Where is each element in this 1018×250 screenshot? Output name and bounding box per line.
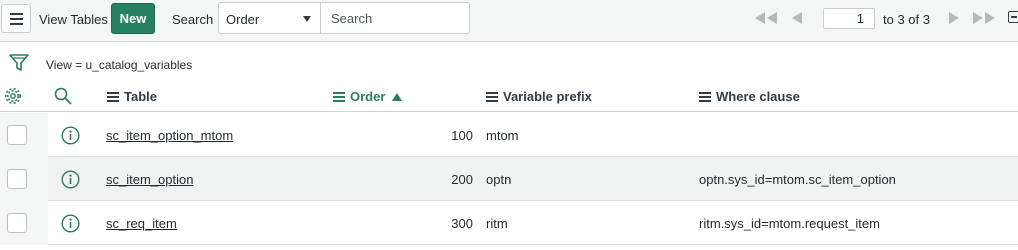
context-menu-button[interactable]	[1, 4, 31, 33]
list-toolbar: View Tables New Search Order to 3 of 3	[0, 0, 1018, 42]
search-field-value: Order	[226, 12, 260, 27]
info-icon[interactable]	[61, 214, 80, 233]
new-button[interactable]: New	[111, 3, 155, 34]
search-label: Search	[172, 12, 214, 27]
row-checkbox[interactable]	[7, 125, 27, 145]
row-checkbox[interactable]	[7, 169, 27, 189]
filter-breadcrumb[interactable]: View = u_catalog_variables	[46, 58, 192, 72]
checkbox-cell	[0, 113, 48, 157]
variable-prefix-value: ritm	[486, 216, 508, 231]
row-checkbox[interactable]	[7, 213, 27, 233]
column-header-where-clause[interactable]: Where clause	[699, 89, 800, 104]
chevron-down-icon	[303, 16, 311, 22]
column-menu-icon[interactable]	[486, 91, 498, 102]
info-icon[interactable]	[61, 126, 80, 145]
column-header-row: Table Order Variable prefix Where clause	[0, 80, 1018, 112]
checkbox-cell	[0, 201, 48, 245]
column-header-variable-prefix[interactable]: Variable prefix	[486, 89, 592, 104]
table-name-link[interactable]: sc_req_item	[106, 216, 177, 231]
search-input[interactable]	[320, 2, 470, 34]
table-name-link[interactable]: sc_item_option_mtom	[106, 128, 233, 143]
where-clause-value: ritm.sys_id=mtom.request_item	[699, 216, 880, 231]
table-row: sc_item_option 200 optn optn.sys_id=mtom…	[0, 157, 1018, 201]
menu-icon	[9, 12, 23, 15]
first-page-icon[interactable]	[754, 12, 778, 24]
where-clause-value: optn.sys_id=mtom.sc_item_option	[699, 172, 896, 187]
search-icon[interactable]	[54, 87, 72, 105]
collapse-icon[interactable]	[1008, 11, 1018, 23]
sort-ascending-icon	[392, 92, 403, 101]
filter-icon[interactable]	[9, 53, 29, 73]
column-menu-icon[interactable]	[699, 91, 711, 102]
last-page-icon[interactable]	[972, 12, 996, 24]
column-header-label: Where clause	[716, 89, 800, 104]
column-menu-icon[interactable]	[333, 91, 345, 102]
column-header-label: Table	[124, 89, 157, 104]
column-header-label: Order	[350, 89, 386, 104]
table-name-link[interactable]: sc_item_option	[106, 172, 193, 187]
gear-icon[interactable]	[4, 87, 22, 105]
checkbox-cell	[0, 157, 48, 201]
order-value: 200	[451, 172, 473, 187]
variable-prefix-value: optn	[486, 172, 512, 187]
order-value: 100	[451, 128, 473, 143]
page-number-input[interactable]	[823, 8, 875, 29]
column-header-order[interactable]: Order	[333, 89, 403, 104]
menu-icon-bar	[9, 17, 23, 20]
variable-prefix-value: mtom	[486, 128, 519, 143]
page-range: to 3 of 3	[883, 12, 930, 27]
menu-icon-bar	[9, 22, 23, 25]
table-row: sc_req_item 300 ritm ritm.sys_id=mtom.re…	[0, 201, 1018, 245]
column-header-table[interactable]: Table	[107, 89, 157, 104]
view-tables-link[interactable]: View Tables	[39, 12, 108, 27]
order-value: 300	[451, 216, 473, 231]
column-menu-icon[interactable]	[107, 91, 119, 102]
previous-page-icon[interactable]	[792, 12, 803, 24]
column-header-label: Variable prefix	[503, 89, 592, 104]
next-page-icon[interactable]	[948, 12, 959, 24]
table-row: sc_item_option_mtom 100 mtom	[0, 113, 1018, 157]
info-icon[interactable]	[61, 170, 80, 189]
search-field-select[interactable]: Order	[218, 2, 321, 34]
